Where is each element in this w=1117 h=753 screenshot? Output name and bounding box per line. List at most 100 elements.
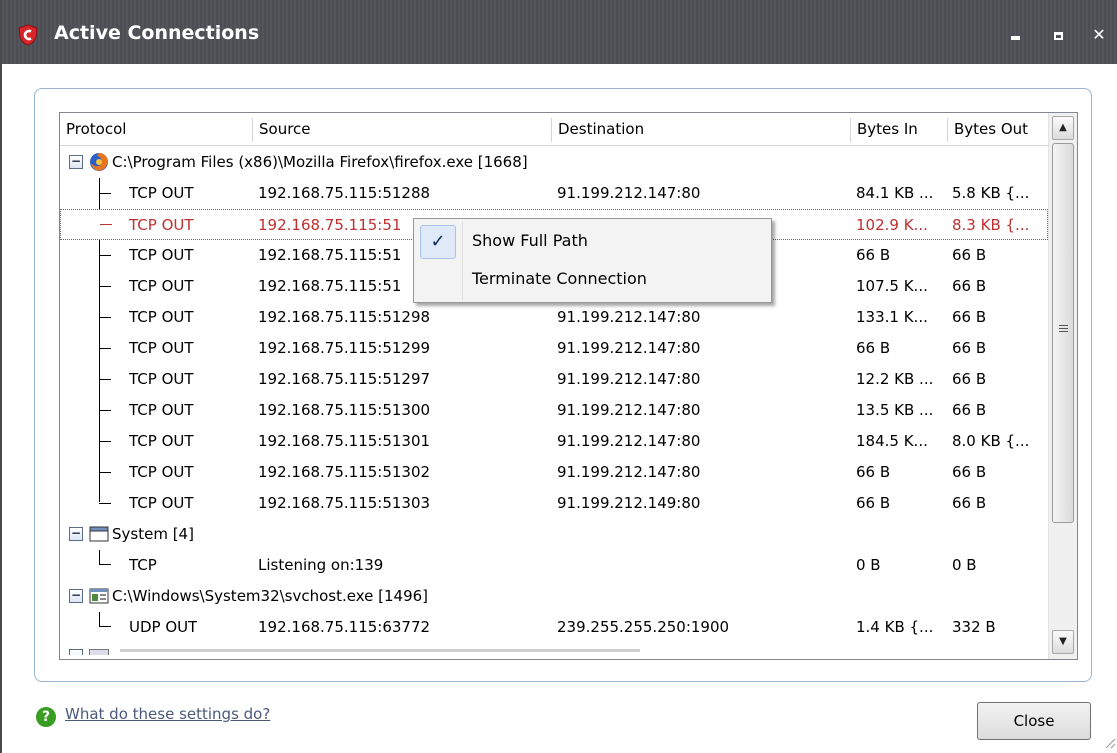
- bytes-in-cell: 66 B: [856, 339, 891, 357]
- column-header-destination[interactable]: Destination: [552, 113, 849, 145]
- minimize-button[interactable]: [1004, 24, 1026, 46]
- protocol-cell: TCP OUT: [129, 277, 194, 295]
- menu-gutter: ✓: [416, 221, 460, 300]
- source-cell: 192.168.75.115:51288: [258, 184, 431, 202]
- collapse-icon[interactable]: −: [69, 527, 83, 541]
- bytes-in-cell: 107.5 K...: [856, 277, 928, 295]
- group-row-system[interactable]: − System [4]: [60, 519, 1048, 550]
- destination-cell: 91.199.212.147:80: [557, 339, 701, 357]
- source-cell: 192.168.75.115:51: [258, 216, 402, 234]
- source-cell: 192.168.75.115:63772: [258, 618, 431, 636]
- tree-connector: [99, 286, 111, 287]
- protocol-cell: TCP OUT: [129, 216, 194, 234]
- column-header-bytes-in[interactable]: Bytes In: [851, 113, 946, 145]
- connection-row[interactable]: TCP OUT 192.168.75.115:51297 91.199.212.…: [60, 364, 1048, 395]
- source-cell: 192.168.75.115:51298: [258, 308, 431, 326]
- bytes-out-cell: 66 B: [952, 277, 987, 295]
- protocol-cell: TCP OUT: [129, 184, 194, 202]
- group-row-firefox[interactable]: − C:\Program Files (x86)\Mozilla Firefox…: [60, 147, 1048, 178]
- grip-line: [1059, 331, 1068, 332]
- source-cell: 192.168.75.115:51303: [258, 494, 431, 512]
- tree-connector: [99, 317, 111, 318]
- tree-connector: [99, 348, 111, 349]
- maximize-button[interactable]: [1047, 24, 1069, 46]
- bytes-out-cell: 66 B: [952, 339, 987, 357]
- window-icon: [89, 526, 109, 542]
- destination-cell: 239.255.255.250:1900: [557, 618, 730, 636]
- collapse-icon[interactable]: −: [69, 589, 83, 603]
- help-icon[interactable]: ?: [36, 707, 56, 727]
- connection-row[interactable]: TCP OUT 192.168.75.115:51298 91.199.212.…: [60, 302, 1048, 333]
- close-button[interactable]: Close: [977, 702, 1091, 740]
- group-label: C:\Windows\System32\svchost.exe [1496]: [112, 587, 429, 605]
- column-header-protocol[interactable]: Protocol: [60, 113, 250, 145]
- bytes-out-cell: 8.3 KB {...: [952, 216, 1030, 234]
- bytes-in-cell: 0 B: [856, 556, 881, 574]
- protocol-cell: UDP OUT: [129, 618, 198, 636]
- menu-item-terminate-connection[interactable]: Terminate Connection: [472, 269, 647, 288]
- maximize-icon: [1053, 32, 1063, 40]
- protocol-cell: TCP OUT: [129, 370, 194, 388]
- protocol-cell: TCP: [129, 556, 157, 574]
- column-header-source[interactable]: Source: [253, 113, 550, 145]
- protocol-cell: TCP OUT: [129, 339, 194, 357]
- column-header-bytes-out[interactable]: Bytes Out: [948, 113, 1048, 145]
- grip-line: [1059, 328, 1068, 329]
- comodo-shield-icon: [18, 24, 38, 46]
- collapse-icon[interactable]: −: [69, 155, 83, 169]
- tree-connector: [99, 564, 111, 565]
- protocol-cell: TCP OUT: [129, 463, 194, 481]
- protocol-cell: TCP OUT: [129, 308, 194, 326]
- connection-row[interactable]: TCP OUT 192.168.75.115:51302 91.199.212.…: [60, 457, 1048, 488]
- destination-cell: 91.199.212.147:80: [557, 401, 701, 419]
- tree-connector: [99, 193, 111, 194]
- firefox-icon: [90, 153, 108, 171]
- vertical-scrollbar[interactable]: ▲ ▼: [1048, 113, 1077, 659]
- source-cell: Listening on:139: [258, 556, 384, 574]
- bytes-out-cell: 66 B: [952, 494, 987, 512]
- bytes-out-cell: 8.0 KB {...: [952, 432, 1030, 450]
- collapse-icon[interactable]: [69, 649, 83, 655]
- group-row-partial[interactable]: [60, 643, 1048, 655]
- menu-gutter-divider: [462, 221, 463, 300]
- source-cell: 192.168.75.115:51300: [258, 401, 431, 419]
- scroll-down-button[interactable]: ▼: [1052, 630, 1074, 654]
- bytes-in-cell: 66 B: [856, 246, 891, 264]
- connection-row[interactable]: TCP Listening on:139 0 B 0 B: [60, 550, 1048, 581]
- connections-tree-list[interactable]: Protocol Source Destination Bytes In Byt…: [59, 112, 1078, 660]
- connection-row[interactable]: TCP OUT 192.168.75.115:51288 91.199.212.…: [60, 178, 1048, 209]
- bytes-in-cell: 66 B: [856, 494, 891, 512]
- bytes-in-cell: 66 B: [856, 463, 891, 481]
- destination-cell: 91.199.212.147:80: [557, 370, 701, 388]
- tree-connector: [99, 626, 111, 627]
- bytes-out-cell: 5.8 KB {...: [952, 184, 1030, 202]
- bytes-in-cell: 84.1 KB ...: [856, 184, 934, 202]
- connection-row[interactable]: UDP OUT 192.168.75.115:63772 239.255.255…: [60, 612, 1048, 643]
- help-link[interactable]: What do these settings do?: [65, 705, 270, 723]
- group-row-svchost[interactable]: − C:\Windows\System32\svchost.exe [1496]: [60, 581, 1048, 612]
- connection-row[interactable]: TCP OUT 192.168.75.115:51300 91.199.212.…: [60, 395, 1048, 426]
- source-cell: 192.168.75.115:51301: [258, 432, 431, 450]
- window-close-button[interactable]: ✕: [1088, 24, 1110, 46]
- protocol-cell: TCP OUT: [129, 432, 194, 450]
- source-cell: 192.168.75.115:51: [258, 277, 402, 295]
- connection-row[interactable]: TCP OUT 192.168.75.115:51299 91.199.212.…: [60, 333, 1048, 364]
- connection-row[interactable]: TCP OUT 192.168.75.115:51301 91.199.212.…: [60, 426, 1048, 457]
- resize-grip-icon[interactable]: [1100, 733, 1116, 749]
- protocol-cell: TCP OUT: [129, 246, 194, 264]
- bytes-out-cell: 66 B: [952, 308, 987, 326]
- source-cell: 192.168.75.115:51297: [258, 370, 431, 388]
- destination-cell: 91.199.212.147:80: [557, 308, 701, 326]
- clipped-row-text: [120, 649, 640, 652]
- menu-item-show-full-path[interactable]: Show Full Path: [472, 231, 588, 250]
- connection-row[interactable]: TCP OUT 192.168.75.115:51303 91.199.212.…: [60, 488, 1048, 519]
- bytes-in-cell: 133.1 K...: [856, 308, 928, 326]
- title-bar[interactable]: Active Connections ✕: [2, 0, 1117, 64]
- source-cell: 192.168.75.115:51: [258, 246, 402, 264]
- scroll-thumb[interactable]: [1052, 143, 1074, 523]
- checkmark-icon: ✓: [420, 225, 456, 259]
- scroll-up-button[interactable]: ▲: [1052, 116, 1074, 140]
- tree-connector: [99, 379, 111, 380]
- group-label: System [4]: [112, 525, 194, 543]
- bytes-out-cell: 66 B: [952, 401, 987, 419]
